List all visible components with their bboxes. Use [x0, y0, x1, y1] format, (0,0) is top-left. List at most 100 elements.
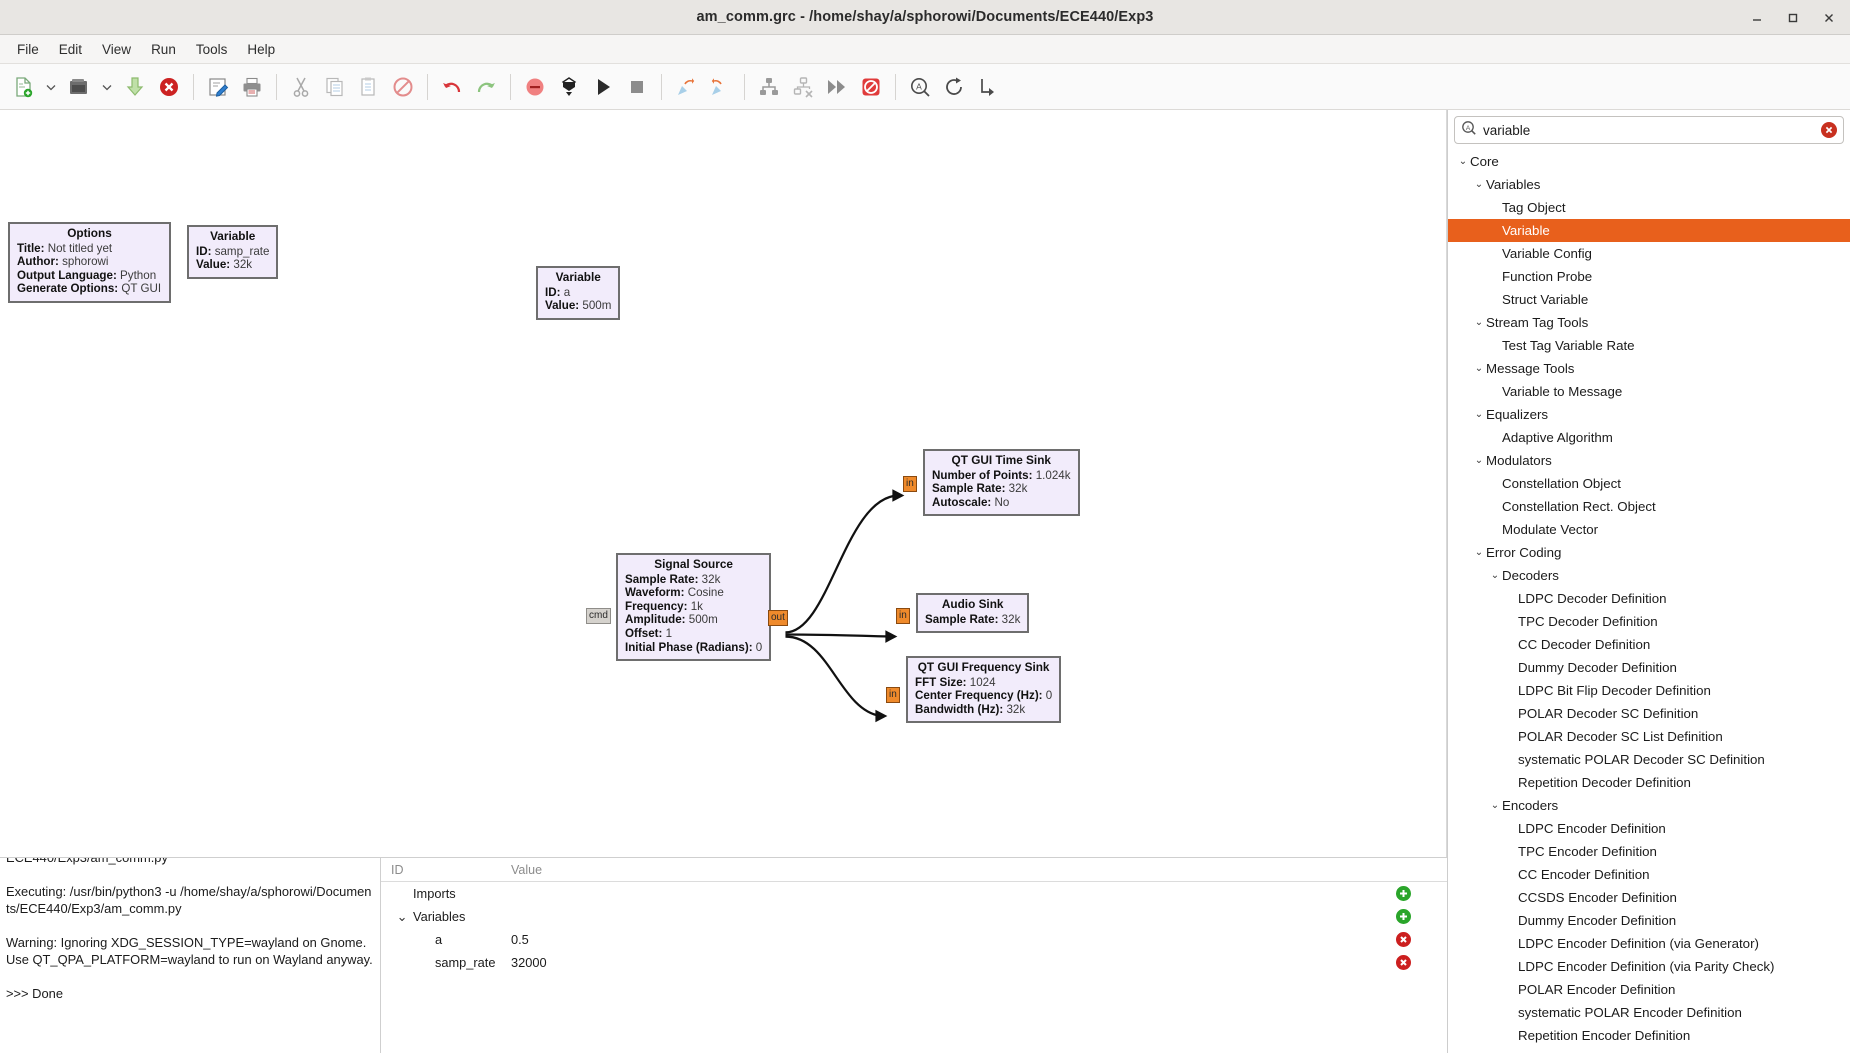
undo-icon[interactable] [435, 70, 469, 104]
menu-tools[interactable]: Tools [187, 38, 237, 61]
tree-item-tag-object[interactable]: Tag Object [1448, 196, 1850, 219]
tree-item-cc-encoder-definition[interactable]: CC Encoder Definition [1448, 863, 1850, 886]
tree-item-systematic-polar-encoder-definition[interactable]: systematic POLAR Encoder Definition [1448, 1001, 1850, 1024]
chevron-down-icon[interactable]: ⌄ [1472, 409, 1486, 420]
tree-item-function-probe[interactable]: Function Probe [1448, 265, 1850, 288]
add-variable-button[interactable] [1396, 909, 1411, 924]
tree-item-cc-decoder-definition[interactable]: CC Decoder Definition [1448, 633, 1850, 656]
tree-item-ldpc-encoder-definition-via-generator[interactable]: LDPC Encoder Definition (via Generator) [1448, 932, 1850, 955]
port-freq-sink-in-port[interactable]: in [886, 687, 900, 703]
more-icon[interactable] [971, 70, 1005, 104]
tree-item-ldpc-encoder-definition-via-parity-check[interactable]: LDPC Encoder Definition (via Parity Chec… [1448, 955, 1850, 978]
tree-item-stream-tag-tools[interactable]: ⌄ Stream Tag Tools [1448, 311, 1850, 334]
remove-variable-button[interactable] [1396, 955, 1411, 970]
tree-item-struct-variable[interactable]: Struct Variable [1448, 288, 1850, 311]
port-signal-source-cmd-port[interactable]: cmd [586, 608, 611, 624]
disable-icon[interactable] [786, 70, 820, 104]
tree-item-ldpc-bit-flip-decoder-definition[interactable]: LDPC Bit Flip Decoder Definition [1448, 679, 1850, 702]
tree-item-systematic-polar-decoder-sc-definition[interactable]: systematic POLAR Decoder SC Definition [1448, 748, 1850, 771]
copy-icon[interactable] [318, 70, 352, 104]
tree-item-modulators[interactable]: ⌄ Modulators [1448, 449, 1850, 472]
new-file-icon[interactable] [6, 70, 40, 104]
tree-item-polar-encoder-definition[interactable]: POLAR Encoder Definition [1448, 978, 1850, 1001]
clear-icon[interactable] [1821, 122, 1837, 138]
print-icon[interactable] [235, 70, 269, 104]
paste-icon[interactable] [352, 70, 386, 104]
tree-item-constellation-object[interactable]: Constellation Object [1448, 472, 1850, 495]
menu-run[interactable]: Run [142, 38, 185, 61]
chevron-down-icon[interactable]: ⌄ [1488, 570, 1502, 581]
kill-icon[interactable] [620, 70, 654, 104]
bypass-icon[interactable] [820, 70, 854, 104]
menu-file[interactable]: File [8, 38, 48, 61]
open-file-icon[interactable] [62, 70, 96, 104]
menu-view[interactable]: View [93, 38, 140, 61]
variables-row[interactable]: samp_rate 32000 [381, 951, 1447, 974]
port-audio-sink-in-port[interactable]: in [896, 608, 910, 624]
chevron-down-icon[interactable]: ⌄ [391, 909, 413, 925]
chevron-down-icon[interactable]: ⌄ [1472, 363, 1486, 374]
close-icon[interactable] [1818, 7, 1840, 29]
tree-item-test-tag-variable-rate[interactable]: Test Tag Variable Rate [1448, 334, 1850, 357]
tree-item-ldpc-decoder-definition[interactable]: LDPC Decoder Definition [1448, 587, 1850, 610]
toggle-source-bus-icon[interactable] [854, 70, 888, 104]
tree-item-ldpc-encoder-definition[interactable]: LDPC Encoder Definition [1448, 817, 1850, 840]
tree-item-error-coding[interactable]: ⌄ Error Coding [1448, 541, 1850, 564]
tree-item-modulate-vector[interactable]: Modulate Vector [1448, 518, 1850, 541]
chevron-down-icon[interactable]: ⌄ [1472, 455, 1486, 466]
tree-item-decoders[interactable]: ⌄ Decoders [1448, 564, 1850, 587]
tree-item-variables[interactable]: ⌄ Variables [1448, 173, 1850, 196]
block-audio-sink[interactable]: Audio Sink Sample Rate: 32k [916, 593, 1030, 634]
tree-item-polar-decoder-sc-list-definition[interactable]: POLAR Decoder SC List Definition [1448, 725, 1850, 748]
block-search-box[interactable]: A variable [1454, 116, 1844, 144]
chevron-down-icon[interactable]: ⌄ [1488, 800, 1502, 811]
menu-help[interactable]: Help [238, 38, 284, 61]
tree-item-variable-config[interactable]: Variable Config [1448, 242, 1850, 265]
errors-icon[interactable] [518, 70, 552, 104]
save-icon[interactable] [118, 70, 152, 104]
variables-row[interactable]: a 0.5 [381, 928, 1447, 951]
rotate-right-icon[interactable] [703, 70, 737, 104]
tree-item-repetition-decoder-definition[interactable]: Repetition Decoder Definition [1448, 771, 1850, 794]
find-icon[interactable]: A [903, 70, 937, 104]
chevron-down-icon[interactable]: ⌄ [1472, 547, 1486, 558]
tree-item-tpc-encoder-definition[interactable]: TPC Encoder Definition [1448, 840, 1850, 863]
tree-item-variable[interactable]: Variable [1448, 219, 1850, 242]
cut-icon[interactable] [284, 70, 318, 104]
tree-item-constellation-rect-object[interactable]: Constellation Rect. Object [1448, 495, 1850, 518]
minimize-icon[interactable] [1746, 7, 1768, 29]
tree-item-variable-to-message[interactable]: Variable to Message [1448, 380, 1850, 403]
edit-icon[interactable] [201, 70, 235, 104]
block-options[interactable]: Options Title: Not titled yet Author: spho… [8, 222, 171, 303]
close-file-icon[interactable] [152, 70, 186, 104]
chevron-down-icon[interactable]: ⌄ [1472, 179, 1486, 190]
block-signal-source[interactable]: Signal Source Sample Rate: 32k Waveform: C… [616, 553, 772, 662]
tree-item-ccsds-encoder-definition[interactable]: CCSDS Encoder Definition [1448, 886, 1850, 909]
generate-icon[interactable] [552, 70, 586, 104]
tree-item-polar-decoder-sc-definition[interactable]: POLAR Decoder SC Definition [1448, 702, 1850, 725]
tree-item-dummy-decoder-definition[interactable]: Dummy Decoder Definition [1448, 656, 1850, 679]
tree-item-dummy-encoder-definition[interactable]: Dummy Encoder Definition [1448, 909, 1850, 932]
reload-icon[interactable] [937, 70, 971, 104]
block-tree[interactable]: ⌄ Core ⌄ Variables Tag Object Variable Variabl… [1448, 148, 1850, 1053]
search-input[interactable]: variable [1483, 123, 1815, 138]
port-time-sink-in-port[interactable]: in [903, 476, 917, 492]
port-signal-source-out-port[interactable]: out [768, 610, 788, 626]
block-variable-samp-rate[interactable]: Variable ID: samp_rate Value: 32k [187, 225, 279, 279]
tree-item-core[interactable]: ⌄ Core [1448, 150, 1850, 173]
menu-edit[interactable]: Edit [50, 38, 91, 61]
enable-icon[interactable] [752, 70, 786, 104]
rotate-left-icon[interactable] [669, 70, 703, 104]
tree-item-equalizers[interactable]: ⌄ Equalizers [1448, 403, 1850, 426]
block-qt-gui-time-sink[interactable]: QT GUI Time Sink Number of Points: 1.024k… [923, 449, 1080, 517]
redo-icon[interactable] [469, 70, 503, 104]
tree-item-adaptive-algorithm[interactable]: Adaptive Algorithm [1448, 426, 1850, 449]
remove-variable-button[interactable] [1396, 932, 1411, 947]
add-variable-button[interactable] [1396, 886, 1411, 901]
tree-item-message-tools[interactable]: ⌄ Message Tools [1448, 357, 1850, 380]
flowgraph-canvas[interactable]: Options Title: Not titled yet Author: spho… [0, 110, 1447, 857]
tree-item-repetition-encoder-definition[interactable]: Repetition Encoder Definition [1448, 1024, 1850, 1047]
maximize-icon[interactable] [1782, 7, 1804, 29]
delete-icon[interactable] [386, 70, 420, 104]
execute-icon[interactable] [586, 70, 620, 104]
